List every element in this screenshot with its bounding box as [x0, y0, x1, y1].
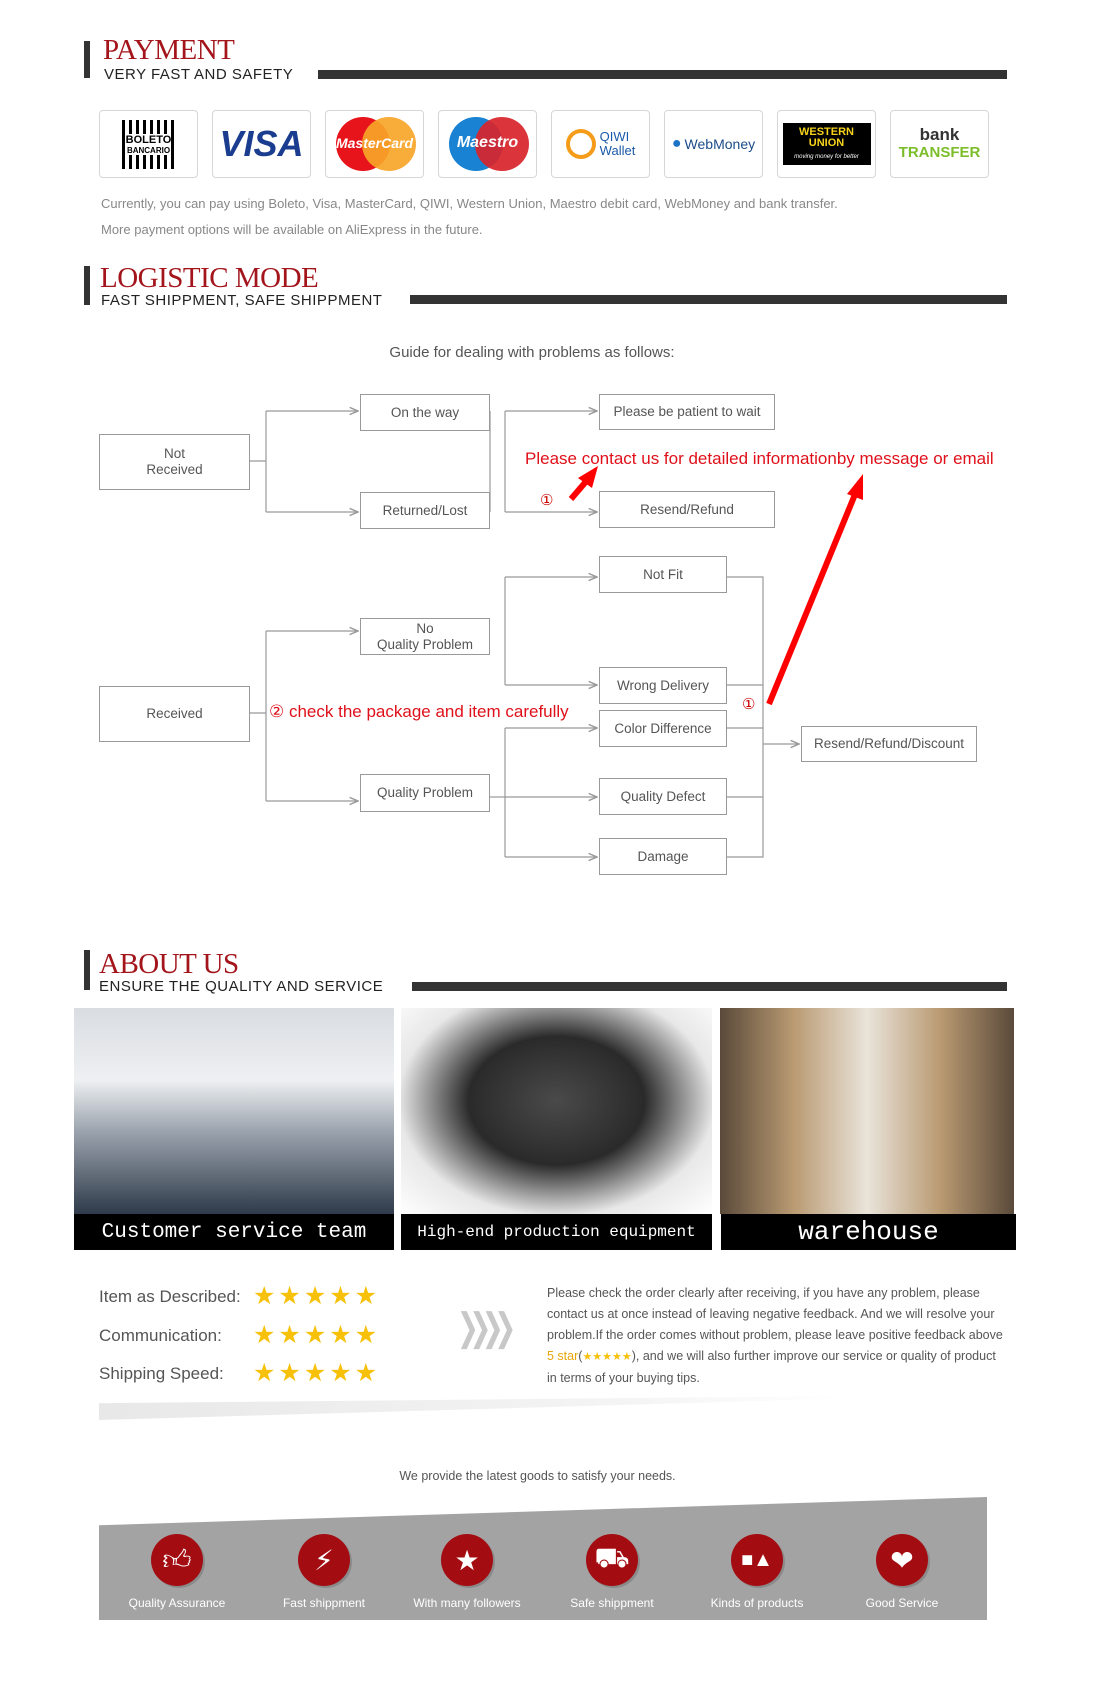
- small-stars-icon: ★★★★★: [582, 1351, 632, 1363]
- box-label: Received: [146, 462, 203, 477]
- warehouse-photo: [720, 1008, 1014, 1214]
- heart-icon: ❤︎: [876, 1534, 928, 1586]
- box-label: Quality Problem: [376, 636, 474, 652]
- patient-box: Please be patient to wait: [599, 394, 775, 430]
- feature-label: Fast shippment: [282, 1596, 366, 1610]
- star-icon: ★: [441, 1534, 493, 1586]
- quality-problem-box: Quality Problem: [360, 774, 490, 812]
- feature-safe-shippment: ⛟ Safe shippment: [547, 1534, 677, 1610]
- feature-label: Quality Assurance: [128, 1596, 226, 1610]
- about-title: ABOUT US: [99, 948, 239, 980]
- rating-stars: ★★★★★: [253, 1321, 381, 1349]
- feature-label: Kinds of products: [710, 1596, 804, 1610]
- no-quality-problem-box: No Quality Problem: [360, 618, 490, 655]
- feedback-text: Please check the order clearly after rec…: [547, 1286, 1003, 1385]
- feature-good-service: ❤︎ Good Service: [837, 1534, 967, 1610]
- truck-icon: ⛟: [586, 1534, 638, 1586]
- customer-service-photo: [74, 1008, 394, 1214]
- section-bar: [84, 950, 90, 990]
- resend-refund-discount-box: Resend/Refund/Discount: [801, 726, 977, 762]
- on-the-way-box: On the way: [360, 394, 490, 431]
- resend-refund-box: Resend/Refund: [599, 491, 775, 528]
- check-note: ② check the package and item carefully: [269, 702, 569, 721]
- color-difference-box: Color Difference: [599, 710, 727, 747]
- decorative-band: [99, 1396, 849, 1420]
- chevrons-icon: ❯❯❯❯: [456, 1307, 517, 1349]
- photo-caption: Customer service team: [74, 1214, 394, 1250]
- quality-defect-box: Quality Defect: [599, 778, 727, 815]
- contact-note: Please contact us for detailed informati…: [525, 449, 994, 468]
- damage-box: Damage: [599, 838, 727, 875]
- box-label: No: [416, 620, 434, 636]
- divider: [412, 982, 1007, 991]
- wrong-delivery-box: Wrong Delivery: [599, 667, 727, 704]
- feature-label: Safe shippment: [570, 1596, 654, 1610]
- step-marker: ①: [742, 696, 756, 713]
- not-received-box: Not Received: [99, 434, 250, 490]
- feature-label: Good Service: [865, 1596, 939, 1610]
- feature-label: With many followers: [413, 1596, 521, 1610]
- feature-quality-assurance: 👍︎ Quality Assurance: [112, 1534, 242, 1610]
- rating-label: Shipping Speed:: [99, 1364, 224, 1383]
- rating-stars: ★★★★★: [253, 1359, 381, 1387]
- thumbs-up-icon: 👍︎: [151, 1534, 203, 1586]
- feedback-star-text: 5 star: [547, 1349, 579, 1363]
- feature-fast-shippment: ⚡︎ Fast shippment: [259, 1534, 389, 1610]
- production-equipment-photo: [401, 1008, 712, 1214]
- returned-lost-box: Returned/Lost: [360, 492, 490, 529]
- received-box: Received: [99, 686, 250, 742]
- photo-caption: warehouse: [721, 1214, 1016, 1250]
- photo-caption: High-end production equipment: [401, 1214, 712, 1250]
- shapes-icon: ■▲: [731, 1534, 783, 1586]
- feedback-part: Please check the order clearly after rec…: [547, 1286, 1003, 1342]
- not-fit-box: Not Fit: [599, 556, 727, 593]
- rating-stars: ★★★★★: [253, 1282, 381, 1310]
- rating-label: Item as Described:: [99, 1287, 241, 1306]
- box-label: Not: [163, 446, 185, 461]
- feature-kinds-of-products: ■▲ Kinds of products: [692, 1534, 822, 1610]
- step-marker: ①: [540, 492, 554, 509]
- rating-label: Communication:: [99, 1326, 222, 1345]
- lightning-icon: ⚡︎: [298, 1534, 350, 1586]
- tagline: We provide the latest goods to satisfy y…: [399, 1469, 676, 1483]
- about-subtitle: ENSURE THE QUALITY AND SERVICE: [99, 978, 384, 995]
- feature-followers: ★ With many followers: [402, 1534, 532, 1610]
